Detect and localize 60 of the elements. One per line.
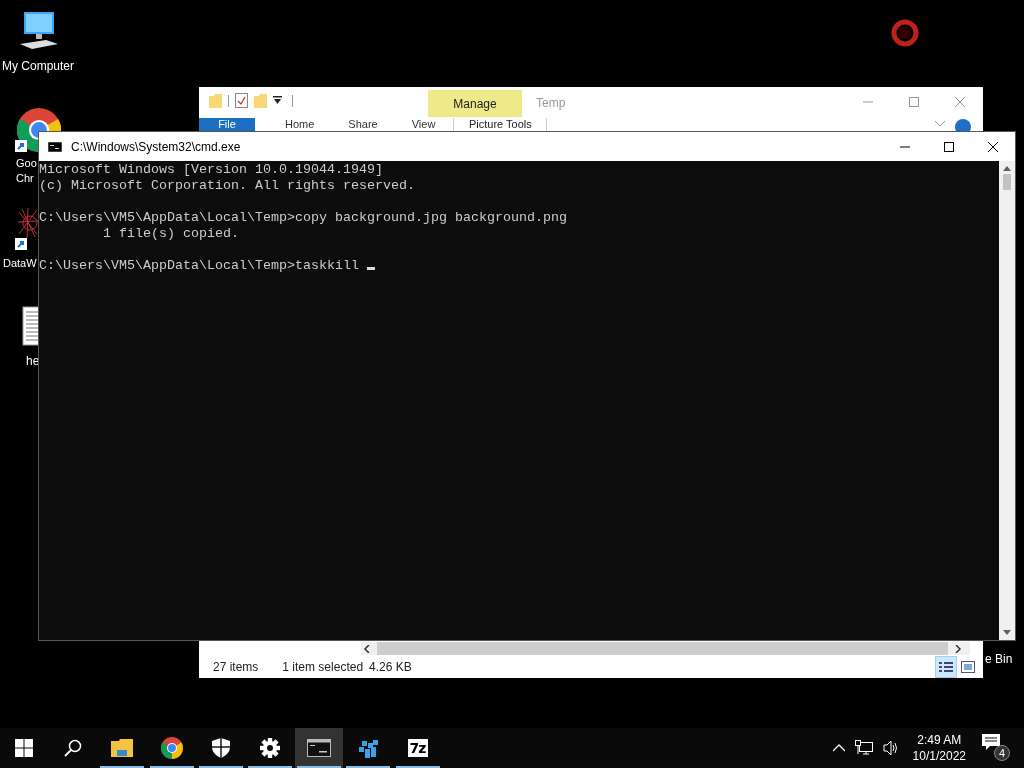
- clock-time: 2:49 AM: [917, 732, 962, 748]
- maximize-icon: [909, 97, 919, 107]
- console-line: C:\Users\VM5\AppData\Local\Temp>taskkill: [39, 258, 360, 273]
- network-icon[interactable]: [854, 740, 873, 756]
- file-menu-tab[interactable]: File: [199, 118, 255, 131]
- console-line: Microsoft Windows [Version 10.0.19044.1949]: [39, 162, 383, 177]
- network-drawing[interactable]: [18, 208, 38, 238]
- chrome-icon: [160, 737, 183, 759]
- desktop-icon-label[interactable]: Goo: [16, 156, 37, 170]
- window-title: Temp: [536, 96, 567, 110]
- vertical-scrollbar[interactable]: [999, 161, 1015, 640]
- chevron-down-icon[interactable]: [935, 121, 945, 127]
- scrollbar-thumb[interactable]: [1003, 174, 1011, 190]
- cubes-icon: [357, 737, 380, 759]
- selection-info: 1 item selected: [282, 659, 364, 674]
- maximize-icon: [944, 141, 954, 152]
- ribbon-tab[interactable]: Share: [348, 118, 378, 131]
- dropdown-icon[interactable]: [273, 96, 282, 105]
- archive-app-icon: 7z: [407, 739, 428, 757]
- details-view-button[interactable]: [935, 655, 957, 678]
- window-title: C:\Windows\System32\cmd.exe: [71, 139, 242, 154]
- console-line: C:\Users\VM5\AppData\Local\Temp>copy background.jpg background.png: [39, 210, 567, 225]
- notifications-button[interactable]: 4: [980, 733, 1010, 763]
- details-list-icon: [939, 660, 953, 673]
- ribbon-tab[interactable]: Home: [285, 118, 315, 131]
- desktop-icon-label[interactable]: e Bin: [985, 652, 1013, 666]
- folder-icon: [111, 739, 134, 757]
- volume-icon[interactable]: [882, 740, 899, 756]
- windows-logo-icon: [15, 739, 33, 757]
- clock-date: 10/1/2022: [912, 748, 966, 764]
- item-count: 27 items: [213, 659, 259, 674]
- image-preview-icon: [961, 660, 975, 673]
- selection-size: 4.26 KB: [369, 659, 412, 674]
- manage-tab[interactable]: Manage: [428, 90, 522, 117]
- notification-count: 4: [994, 745, 1010, 761]
- clock[interactable]: 2:49 AM 10/1/2022: [912, 732, 966, 764]
- console-line: (c) Microsoft Corporation. All rights reserved.: [39, 178, 415, 193]
- scroll-right-icon: [954, 644, 962, 653]
- close-icon: [988, 141, 998, 152]
- desktop-icon-label[interactable]: Chr: [16, 171, 34, 185]
- search-icon: [64, 739, 83, 757]
- taskbar-button[interactable]: [295, 728, 344, 768]
- chevron-up-icon[interactable]: [832, 744, 845, 752]
- gear-icon: [259, 738, 280, 758]
- desktop-icon-label[interactable]: DataW: [3, 256, 37, 270]
- ring-icon[interactable]: [890, 18, 920, 48]
- console-line: 1 file(s) copied.: [102, 226, 239, 241]
- scroll-left-icon: [363, 644, 371, 653]
- terminal-icon: [307, 739, 332, 757]
- message-icon: [982, 734, 1000, 750]
- shield-icon: [211, 738, 230, 758]
- help-icon[interactable]: [955, 118, 971, 131]
- taskbar-button[interactable]: 7z: [393, 728, 442, 768]
- scroll-up-icon: [1003, 166, 1011, 171]
- properties-check-icon[interactable]: [235, 93, 248, 108]
- scroll-down-icon: [1003, 630, 1011, 635]
- close-icon: [955, 97, 965, 107]
- ribbon-tab[interactable]: View: [411, 118, 436, 131]
- terminal-icon: [48, 141, 62, 152]
- desktop-icon-label[interactable]: My Computer: [2, 59, 75, 73]
